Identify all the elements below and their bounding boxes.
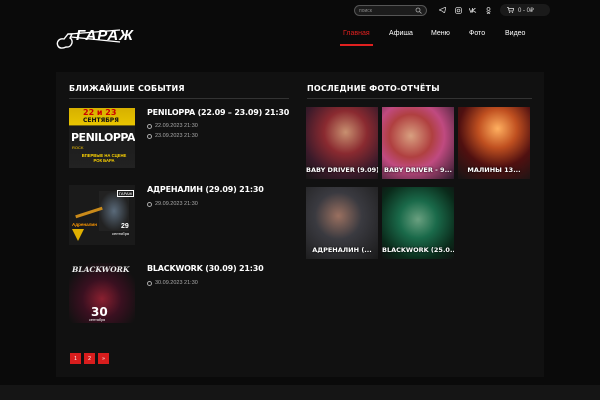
event-title[interactable]: BLACKWORK (30.09) 21:30 [147, 264, 264, 273]
photo-report-thumb[interactable]: BLACKWORK (25.0... [382, 187, 454, 259]
event-poster-adrenalin[interactable]: Адреналин 29 сентября ГАРАЖ [69, 185, 135, 245]
poster-tag: ROCK [72, 145, 84, 150]
cart-total: 0 - 0₽ [518, 7, 534, 14]
photo-report-label: BABY DRIVER (9.09) [306, 166, 378, 174]
poster-month: сентября [89, 318, 106, 322]
photo-report-thumb[interactable]: BABY DRIVER (9.09) [306, 107, 378, 179]
nav-video[interactable]: Видео [505, 30, 525, 46]
event-poster-blackwork[interactable]: BLACKWORK 30 сентября [69, 263, 135, 323]
poster-tagline: ВПЕРВЫЕ НА СЦЕНЕ РОК БАРА [81, 153, 127, 163]
event-date: 23.09.2023 21:30 [147, 133, 198, 139]
event-date: 30.09.2023 21:30 [147, 280, 198, 286]
telegram-icon[interactable] [437, 5, 447, 15]
site-footer [0, 385, 600, 400]
poster-day: 30 [91, 305, 108, 319]
search-input[interactable] [359, 6, 411, 15]
photo-report-thumb[interactable]: АДРЕНАЛИН (... [306, 187, 378, 259]
clock-icon [147, 123, 152, 129]
logo-text: ГАРАЖ [76, 27, 135, 44]
poster-date: 22 и 23 [83, 108, 117, 117]
site-header: ГАРАЖ 0 - 0₽ Главная Афиша Меню Фото Вид… [43, 0, 557, 55]
photo-report-label: BLACKWORK (25.0... [382, 246, 454, 254]
poster-band-name: Адреналин [72, 222, 97, 227]
photo-report-thumb[interactable]: МАЛИНЫ 13... [458, 107, 530, 179]
poster-day: 29 [121, 223, 129, 230]
photo-report-label: МАЛИНЫ 13... [467, 166, 521, 174]
poster-band-name: BLACKWORK [72, 265, 130, 274]
vk-icon[interactable] [468, 5, 478, 15]
event-poster-peniloppa[interactable]: 22 и 23 СЕНТЯБРЯ PENILOPPA ROCK ВПЕРВЫЕ … [69, 108, 135, 168]
clock-icon [147, 133, 152, 139]
search-box[interactable] [354, 5, 427, 16]
nav-home[interactable]: Главная [340, 30, 373, 46]
poster-month: СЕНТЯБРЯ [83, 117, 119, 124]
poster-month: сентября [112, 231, 130, 236]
event-title[interactable]: АДРЕНАЛИН (29.09) 21:30 [147, 185, 264, 194]
nav-menu[interactable]: Меню [431, 30, 450, 46]
events-section-title: БЛИЖАЙШИЕ СОБЫТИЯ [69, 84, 185, 93]
search-icon[interactable] [415, 7, 422, 14]
main-content: БЛИЖАЙШИЕ СОБЫТИЯ 22 и 23 СЕНТЯБРЯ PENIL… [56, 72, 544, 377]
site-logo[interactable]: ГАРАЖ [56, 24, 133, 50]
clock-icon [147, 201, 152, 207]
poster-club-logo: ГАРАЖ [117, 190, 135, 197]
event-date: 22.09.2023 21:30 [147, 123, 198, 129]
photos-section-title: ПОСЛЕДНИЕ ФОТО-ОТЧЁТЫ [307, 84, 440, 93]
next-page-button[interactable]: » [98, 353, 109, 364]
page-1-button[interactable]: 1 [70, 353, 81, 364]
odnoklassniki-icon[interactable] [483, 5, 493, 15]
page-2-button[interactable]: 2 [84, 353, 95, 364]
poster-band-name: PENILOPPA [71, 131, 135, 144]
photo-report-label: BABY DRIVER - 9... [383, 166, 452, 174]
photos-divider [307, 98, 532, 99]
nav-afisha[interactable]: Афиша [389, 30, 413, 46]
cart-icon [507, 7, 514, 13]
cart-button[interactable]: 0 - 0₽ [500, 4, 550, 16]
clock-icon [147, 280, 152, 286]
photo-report-thumb[interactable]: BABY DRIVER - 9... [382, 107, 454, 179]
event-title[interactable]: PENILOPPA (22.09 – 23.09) 21:30 [147, 108, 289, 117]
nav-photo[interactable]: Фото [469, 30, 485, 46]
photo-report-label: АДРЕНАЛИН (... [312, 246, 372, 254]
event-date: 29.09.2023 21:30 [147, 201, 198, 207]
instagram-icon[interactable] [453, 5, 463, 15]
events-divider [69, 98, 289, 99]
